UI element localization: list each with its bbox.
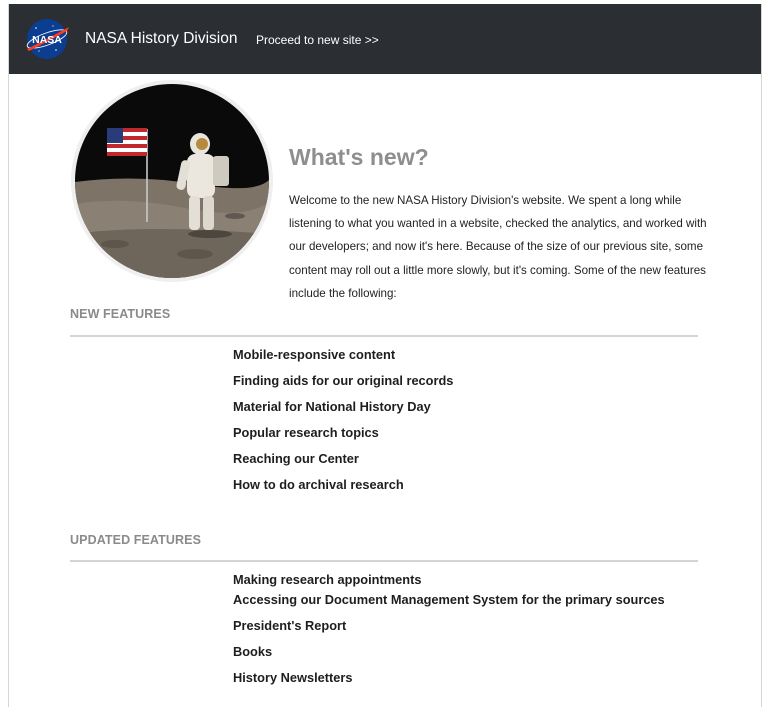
feature-link[interactable]: Popular research topics xyxy=(233,425,379,440)
apollo-moon-photo xyxy=(71,80,273,282)
feature-list-item: Reaching our Center xyxy=(233,452,683,466)
page-heading: What's new? xyxy=(289,144,429,170)
feature-link[interactable]: Reaching our Center xyxy=(233,451,359,466)
feature-link[interactable]: Material for National History Day xyxy=(233,399,431,414)
feature-list-item: Accessing our Document Management System… xyxy=(233,593,683,607)
new-features-list: Mobile-responsive content Finding aids fo… xyxy=(233,348,683,504)
nasa-logo-text: NASA xyxy=(32,34,62,46)
new-features-heading: NEW FEATURES xyxy=(70,307,171,321)
moon-landing-image xyxy=(75,84,269,278)
site-title[interactable]: NASA History Division xyxy=(85,30,237,48)
proceed-to-new-site-link[interactable]: Proceed to new site >> xyxy=(256,33,379,47)
feature-link[interactable]: Making research appointments xyxy=(233,572,421,587)
feature-list-item: Finding aids for our original records xyxy=(233,374,683,388)
feature-link[interactable]: How to do archival research xyxy=(233,477,404,492)
feature-list-item: Popular research topics xyxy=(233,426,683,440)
intro-paragraph: Welcome to the new NASA History Division… xyxy=(289,194,707,300)
feature-list-item: History Newsletters xyxy=(233,671,683,685)
feature-list-item: President's Report xyxy=(233,619,683,633)
feature-link[interactable]: Finding aids for our original records xyxy=(233,373,453,388)
feature-link[interactable]: Mobile-responsive content xyxy=(233,347,395,362)
updated-features-list: Making research appointments Accessing ou… xyxy=(233,573,683,697)
nasa-meatball-icon: NASA xyxy=(26,19,69,59)
new-features-divider xyxy=(70,335,698,337)
feature-list-item: Material for National History Day xyxy=(233,400,683,414)
feature-link[interactable]: Books xyxy=(233,644,272,659)
updated-features-divider xyxy=(70,560,698,562)
feature-list-item: How to do archival research xyxy=(233,478,683,492)
page-frame: NASA NASA History Division Proceed to ne… xyxy=(8,4,762,707)
feature-list-item: Making research appointments xyxy=(233,573,683,587)
top-navbar: NASA NASA History Division Proceed to ne… xyxy=(9,4,761,74)
feature-list-item: Mobile-responsive content xyxy=(233,348,683,362)
feature-link[interactable]: Accessing our Document Management System… xyxy=(233,592,665,607)
feature-link[interactable]: History Newsletters xyxy=(233,670,352,685)
updated-features-heading: UPDATED FEATURES xyxy=(70,533,202,547)
feature-list-item: Books xyxy=(233,645,683,659)
feature-link[interactable]: President's Report xyxy=(233,618,346,633)
nasa-logo[interactable]: NASA xyxy=(23,18,71,60)
